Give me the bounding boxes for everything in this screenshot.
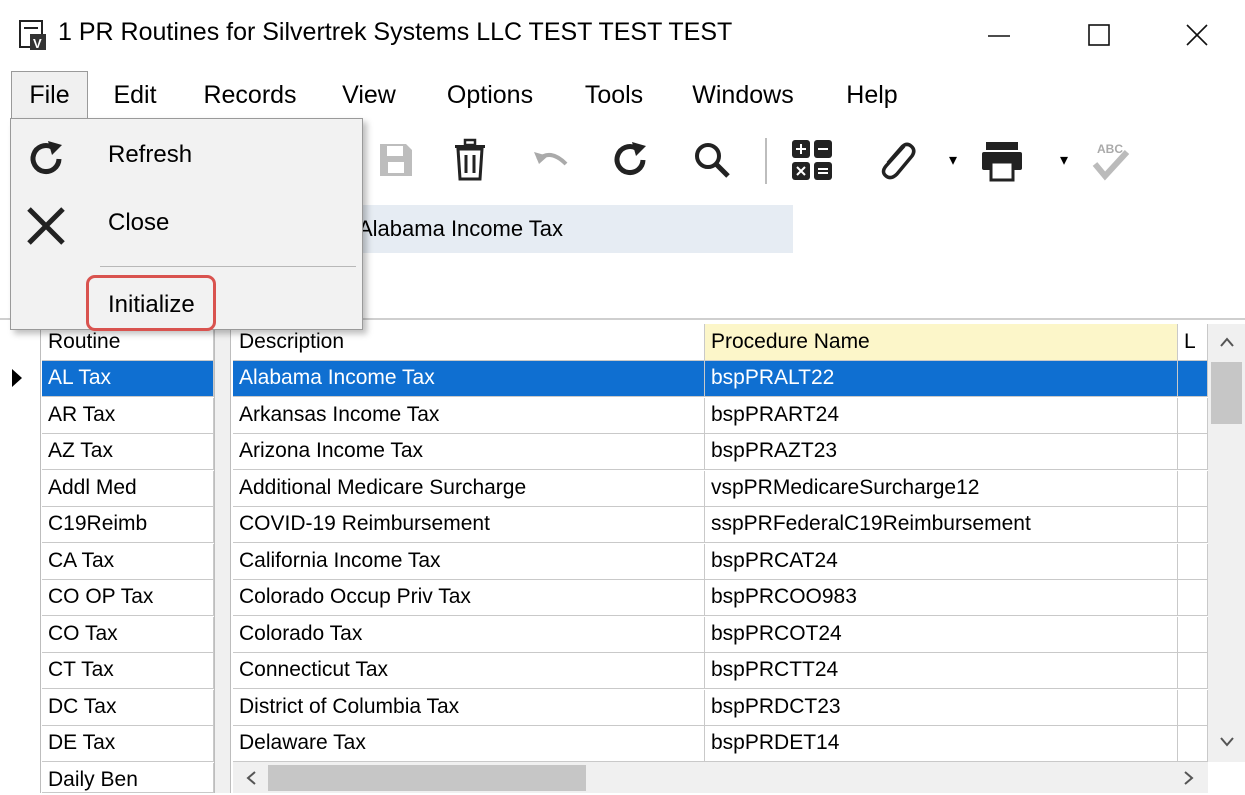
menu-records[interactable]: Records [196,71,304,119]
cell-description[interactable]: Colorado Occup Priv Tax [233,580,705,616]
cell-extra[interactable] [1178,690,1208,726]
cell-routine[interactable]: AR Tax [42,398,214,434]
cell-description[interactable]: Additional Medicare Surcharge [233,471,705,507]
cell-extra[interactable] [1178,617,1208,653]
cell-description[interactable]: Alabama Income Tax [233,361,705,397]
cell-routine[interactable]: CT Tax [42,653,214,689]
close-icon [20,200,72,252]
cell-procedure-name[interactable]: bspPRCOT24 [705,617,1178,653]
initialize-highlight-box [86,275,216,331]
cell-procedure-name[interactable]: bspPRCOO983 [705,580,1178,616]
scroll-right-icon[interactable] [1176,764,1202,792]
current-row-indicator-icon [10,367,24,389]
minimize-icon [988,35,1010,37]
cell-description[interactable]: California Income Tax [233,544,705,580]
cell-description[interactable]: Colorado Tax [233,617,705,653]
cell-extra[interactable] [1178,471,1208,507]
cell-procedure-name[interactable]: bspPRALT22 [705,361,1178,397]
scroll-up-icon[interactable] [1210,327,1243,357]
print-dropdown-icon[interactable]: ▾ [1056,146,1072,174]
cell-routine[interactable]: DE Tax [42,726,214,762]
vertical-scroll-thumb[interactable] [1211,362,1242,424]
cell-procedure-name[interactable]: sspPRFederalC19Reimbursement [705,507,1178,543]
undo-icon[interactable] [525,134,577,186]
window-title: 1 PR Routines for Silvertrek Systems LLC… [58,18,733,46]
delete-icon[interactable] [444,134,496,186]
menu-view[interactable]: View [331,71,407,119]
cell-routine[interactable]: AL Tax [42,361,214,397]
description-field[interactable]: Alabama Income Tax [346,205,793,253]
cell-routine[interactable]: CO OP Tax [42,580,214,616]
cell-procedure-name[interactable]: bspPRCTT24 [705,653,1178,689]
menu-windows[interactable]: Windows [680,71,806,119]
save-icon[interactable] [370,134,422,186]
svg-text:ABC: ABC [1097,142,1123,156]
spellcheck-icon[interactable]: ABC [1083,134,1135,186]
close-window-button[interactable] [1166,0,1228,70]
horizontal-scroll-thumb[interactable] [268,765,586,791]
cell-routine[interactable]: Daily Ben [42,763,214,793]
cell-routine[interactable]: C19Reimb [42,507,214,543]
menu-help[interactable]: Help [836,71,908,119]
cell-extra[interactable] [1178,580,1208,616]
cell-procedure-name[interactable]: bspPRART24 [705,398,1178,434]
cell-extra[interactable] [1178,726,1208,762]
cell-procedure-name[interactable]: bspPRDET14 [705,726,1178,762]
scroll-left-icon[interactable] [238,764,264,792]
menu-item-close[interactable]: Close [108,209,169,237]
cell-description[interactable]: Arkansas Income Tax [233,398,705,434]
cell-routine[interactable]: DC Tax [42,690,214,726]
attachment-dropdown-icon[interactable]: ▾ [945,146,961,174]
form-icon[interactable]: V [18,19,48,51]
toolbar-separator [765,138,767,184]
cell-description[interactable]: Connecticut Tax [233,653,705,689]
cell-procedure-name[interactable]: bspPRCAT24 [705,544,1178,580]
menu-edit[interactable]: Edit [100,71,170,119]
menu-options[interactable]: Options [434,71,546,119]
calculator-icon[interactable] [786,134,838,186]
refresh-icon [20,133,72,185]
cell-description[interactable]: District of Columbia Tax [233,690,705,726]
row-selector-column [0,320,41,793]
cell-routine[interactable]: CA Tax [42,544,214,580]
scroll-down-icon[interactable] [1210,726,1243,756]
cell-procedure-name[interactable]: bspPRAZT23 [705,434,1178,470]
cell-routine[interactable]: Addl Med [42,471,214,507]
grid-splitter[interactable] [214,324,231,793]
cell-extra[interactable] [1178,398,1208,434]
svg-text:V: V [33,36,42,51]
cell-description[interactable]: Delaware Tax [233,726,705,762]
maximize-button[interactable] [1068,0,1130,70]
cell-extra[interactable] [1178,434,1208,470]
column-header-procedure-name[interactable]: Procedure Name [705,324,1178,361]
menu-separator [100,266,356,267]
cell-extra[interactable] [1178,544,1208,580]
refresh-icon[interactable] [604,134,656,186]
cell-routine[interactable]: AZ Tax [42,434,214,470]
column-header-extra[interactable]: L [1178,324,1208,361]
attachment-icon[interactable] [870,134,922,186]
cell-extra[interactable] [1178,361,1208,397]
search-icon[interactable] [686,134,738,186]
cell-routine[interactable]: CO Tax [42,617,214,653]
print-icon[interactable] [976,134,1028,186]
close-icon [1186,24,1208,46]
cell-procedure-name[interactable]: vspPRMedicareSurcharge12 [705,471,1178,507]
maximize-icon [1088,24,1110,46]
menu-item-refresh[interactable]: Refresh [108,141,192,169]
menu-file[interactable]: File [11,71,88,119]
cell-description[interactable]: Arizona Income Tax [233,434,705,470]
cell-extra[interactable] [1178,653,1208,689]
cell-description[interactable]: COVID-19 Reimbursement [233,507,705,543]
cell-extra[interactable] [1178,507,1208,543]
minimize-button[interactable] [968,0,1030,70]
menu-tools[interactable]: Tools [573,71,655,119]
cell-procedure-name[interactable]: bspPRDCT23 [705,690,1178,726]
